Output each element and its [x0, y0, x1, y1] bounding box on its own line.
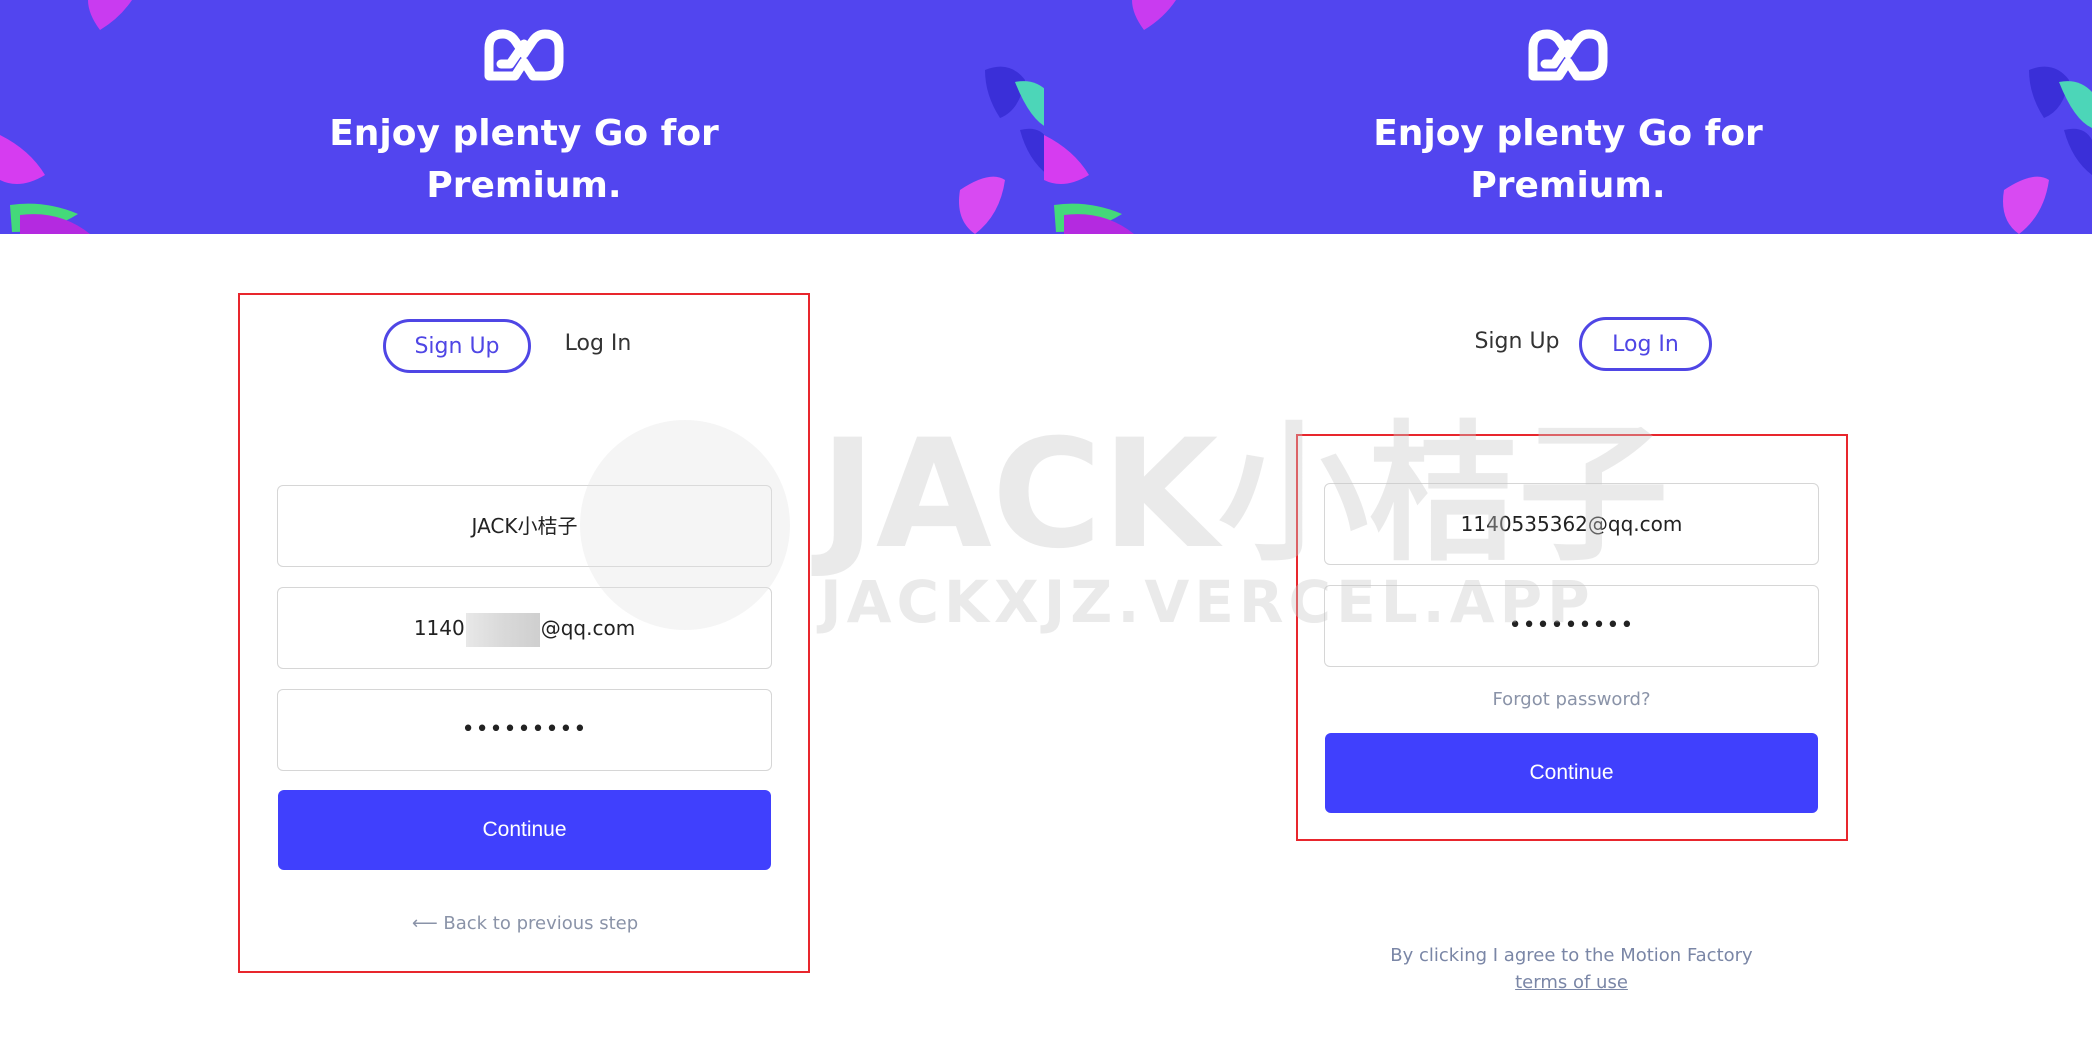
continue-button[interactable]: Continue	[278, 790, 771, 870]
banner-title-line1: Enjoy plenty Go for	[329, 113, 719, 154]
back-label: Back to previous step	[443, 913, 639, 934]
email-prefix: 1140	[413, 616, 465, 640]
tab-sign-up[interactable]: Sign Up	[383, 319, 531, 373]
terms-of-use-link[interactable]: terms of use	[1344, 969, 1799, 996]
password-input[interactable]: •••••••••	[1324, 585, 1819, 667]
banner-title: Enjoy plenty Go for Premium.	[0, 108, 1048, 212]
screenshot-stage: Enjoy plenty Go for Premium. Sign Up Log…	[0, 0, 2097, 1055]
motion-logo-icon	[484, 29, 564, 81]
password-input[interactable]: •••••••••	[277, 689, 772, 771]
email-input[interactable]: 1140535362@qq.com	[1324, 483, 1819, 565]
continue-button[interactable]: Continue	[1325, 733, 1818, 813]
banner-title: Enjoy plenty Go for Premium.	[1044, 108, 2092, 212]
terms-notice: By clicking I agree to the Motion Factor…	[1344, 942, 1799, 996]
back-to-previous-link[interactable]: ⟵ Back to previous step	[360, 913, 690, 934]
motion-logo-icon	[1528, 29, 1608, 81]
banner-title-line2: Premium.	[1470, 165, 1666, 206]
banner-title-line1: Enjoy plenty Go for	[1373, 113, 1763, 154]
signup-panel: Enjoy plenty Go for Premium. Sign Up Log…	[0, 0, 1048, 1055]
email-redaction-mask	[465, 612, 540, 647]
premium-banner: Enjoy plenty Go for Premium.	[0, 0, 1048, 234]
forgot-password-link[interactable]: Forgot password?	[1424, 689, 1719, 710]
email-suffix: @qq.com	[540, 616, 636, 640]
tab-sign-up[interactable]: Sign Up	[1457, 317, 1577, 371]
premium-banner: Enjoy plenty Go for Premium.	[1044, 0, 2092, 234]
banner-title-line2: Premium.	[426, 165, 622, 206]
login-panel: Enjoy plenty Go for Premium. Sign Up Log…	[1044, 0, 2092, 1055]
arrow-left-icon: ⟵	[411, 913, 438, 934]
email-input[interactable]: 1140 @qq.com	[277, 587, 772, 669]
username-input[interactable]: JACK小桔子	[277, 485, 772, 567]
tab-log-in[interactable]: Log In	[543, 319, 653, 373]
terms-text: By clicking I agree to the Motion Factor…	[1390, 945, 1753, 966]
tab-log-in[interactable]: Log In	[1579, 317, 1712, 371]
